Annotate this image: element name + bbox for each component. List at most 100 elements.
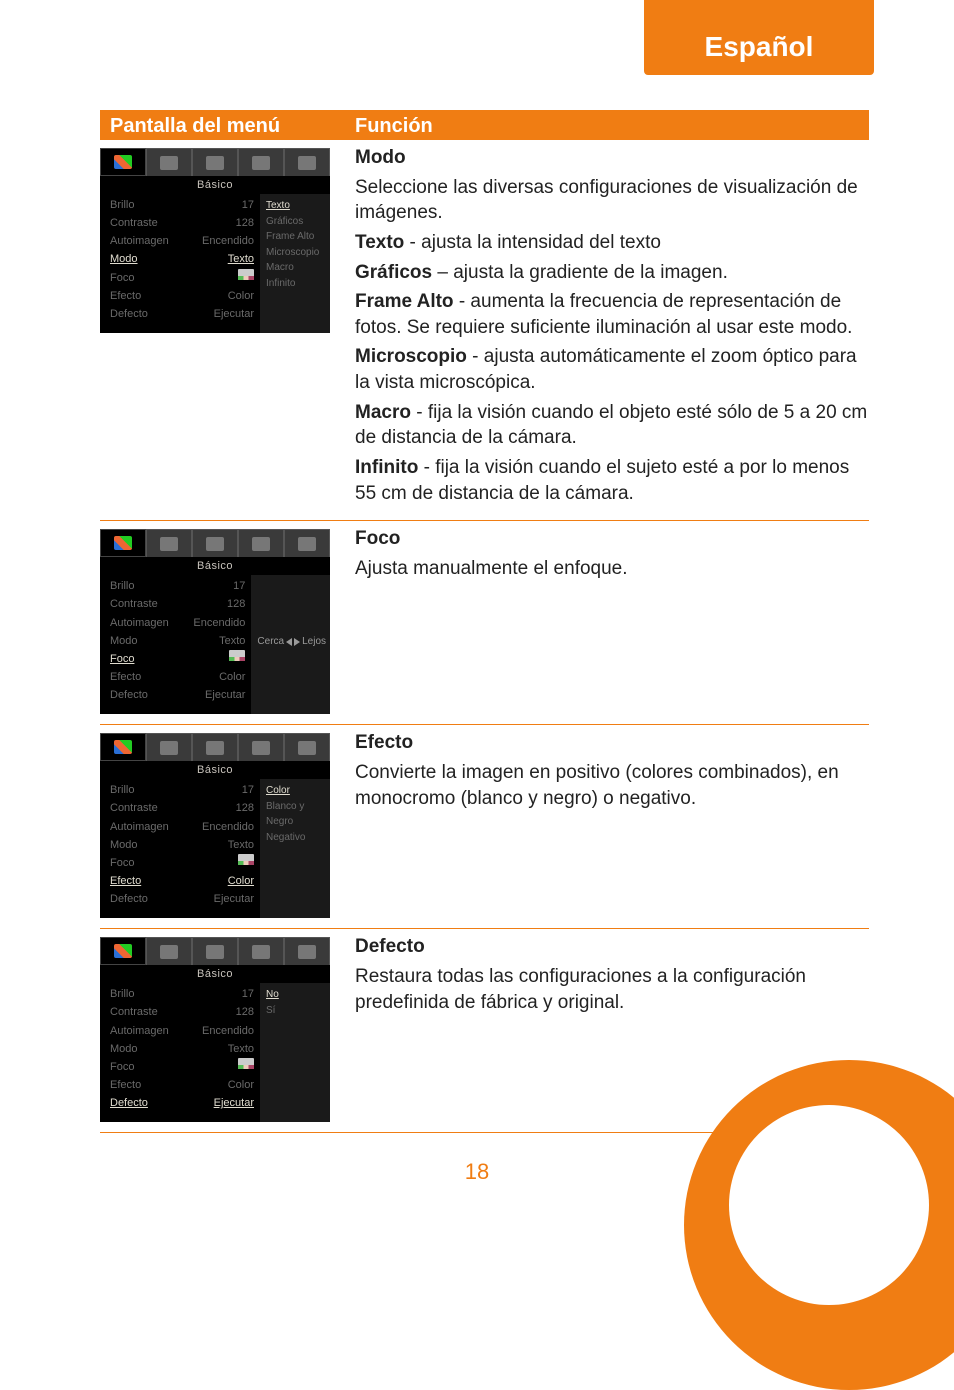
func-desc: Ajusta manualmente el enfoque. [355, 556, 869, 582]
tab-icon [206, 156, 224, 170]
tab-icon [252, 156, 270, 170]
menu-item-label: Contraste [110, 595, 158, 613]
menu-item-label: Brillo [110, 985, 134, 1003]
menu-item-label: Modo [110, 632, 138, 650]
menu-item-value: 17 [242, 985, 254, 1003]
func-modo: Modo Seleccione las diversas configuraci… [345, 145, 869, 510]
term-desc: - fija la visión cuando el sujeto esté a… [355, 457, 849, 504]
term: Microscopio [355, 346, 467, 367]
header-left: Pantalla del menú [100, 115, 345, 138]
submenu-item: Microscopio [266, 245, 326, 261]
menu-item-label: Defecto [110, 890, 148, 908]
menu-tab [192, 148, 238, 176]
content-area: Pantalla del menú Función Básico Brillo 1… [100, 110, 869, 1133]
tab-icon [252, 537, 270, 551]
menu-title: Básico [100, 176, 330, 194]
func-title: Modo [355, 145, 869, 171]
submenu-item: Sí [266, 1003, 326, 1019]
menu-screenshot-efecto: Básico Brillo17 Contraste128 AutoimagenE… [100, 730, 345, 918]
menu-item-value: Encendido [202, 232, 254, 250]
submenu-foco: CercaLejos [251, 575, 330, 714]
term: Gráficos [355, 262, 432, 283]
arrow-right-icon [294, 638, 300, 646]
palette-icon [114, 155, 132, 169]
arrow-left-icon [286, 638, 292, 646]
menu-item-label: Defecto [110, 1094, 148, 1112]
func-desc: Restaura todas las configuraciones a la … [355, 964, 869, 1015]
submenu-defecto: No Sí [260, 983, 330, 1122]
menu-item-value: 128 [236, 1003, 254, 1021]
submenu-item: No [266, 987, 326, 1003]
submenu-item: Blanco y Negro [266, 799, 326, 830]
menu-item-value: Color [219, 668, 245, 686]
func-title: Foco [355, 526, 869, 552]
menu-item-label: Modo [110, 250, 138, 268]
menu-item-label: Autoimagen [110, 614, 169, 632]
menu-item-label: Defecto [110, 305, 148, 323]
func-title: Efecto [355, 730, 869, 756]
tab-icon [298, 537, 316, 551]
tab-icon [206, 945, 224, 959]
table-header: Pantalla del menú Función [100, 110, 869, 140]
menu-item-label: Contraste [110, 214, 158, 232]
func-foco: Foco Ajusta manualmente el enfoque. [345, 526, 869, 714]
submenu-efecto: Color Blanco y Negro Negativo [260, 779, 330, 918]
menu-item-value: Ejecutar [205, 686, 245, 704]
tab-icon [298, 945, 316, 959]
menu-title: Básico [100, 557, 330, 575]
menu-item-label: Efecto [110, 872, 141, 890]
focus-bar-icon [238, 269, 254, 280]
term: Frame Alto [355, 291, 454, 312]
menu-title: Básico [100, 761, 330, 779]
palette-icon [114, 536, 132, 550]
menu-tab [284, 148, 330, 176]
submenu-item: Infinito [266, 276, 326, 292]
menu-item-value: Color [228, 287, 254, 305]
menu-item-label: Brillo [110, 577, 134, 595]
menu-item-label: Foco [110, 1058, 134, 1076]
submenu-item: Frame Alto [266, 229, 326, 245]
term: Macro [355, 402, 411, 423]
menu-item-value: 17 [242, 196, 254, 214]
func-efecto: Efecto Convierte la imagen en positivo (… [345, 730, 869, 918]
menu-tab-active [100, 148, 146, 176]
menu-item-label: Efecto [110, 287, 141, 305]
menu-screenshot-defecto: Básico Brillo17 Contraste128 AutoimagenE… [100, 934, 345, 1122]
tab-icon [160, 945, 178, 959]
term: Texto [355, 232, 404, 253]
submenu-item: Macro [266, 260, 326, 276]
menu-item-label: Defecto [110, 686, 148, 704]
menu-item-value: Ejecutar [214, 305, 254, 323]
submenu-item: Texto [266, 198, 326, 214]
tab-icon [206, 537, 224, 551]
menu-item-value: 128 [227, 595, 245, 613]
section-efecto: Básico Brillo17 Contraste128 AutoimagenE… [100, 725, 869, 929]
menu-item-value: Texto [228, 250, 254, 268]
slider-right-label: Lejos [302, 634, 326, 650]
focus-bar-icon [229, 650, 245, 661]
focus-bar-icon [238, 854, 254, 865]
menu-tab [238, 148, 284, 176]
tab-icon [298, 156, 316, 170]
menu-screenshot-foco: Básico Brillo 17 Contraste 128 Autoimagen E… [100, 526, 345, 714]
tab-icon [160, 537, 178, 551]
tab-icon [252, 945, 270, 959]
menu-item-label: Efecto [110, 668, 141, 686]
func-desc: Seleccione las diversas configuraciones … [355, 175, 869, 226]
menu-title: Básico [100, 965, 330, 983]
menu-item-value: 17 [233, 577, 245, 595]
term: Infinito [355, 457, 418, 478]
menu-item-value: Encendido [202, 1022, 254, 1040]
submenu-item: Color [266, 783, 326, 799]
menu-item-label: Foco [110, 854, 134, 872]
term-desc: – ajusta la gradiente de la imagen. [432, 262, 728, 283]
menu-item-value: Color [228, 1076, 254, 1094]
menu-item-label: Modo [110, 836, 138, 854]
submenu-item: Gráficos [266, 214, 326, 230]
menu-item-value: 128 [236, 799, 254, 817]
menu-item-label: Contraste [110, 1003, 158, 1021]
menu-item-value: Texto [228, 836, 254, 854]
tab-icon [252, 741, 270, 755]
menu-tab [146, 148, 192, 176]
focus-bar-icon [238, 1058, 254, 1069]
